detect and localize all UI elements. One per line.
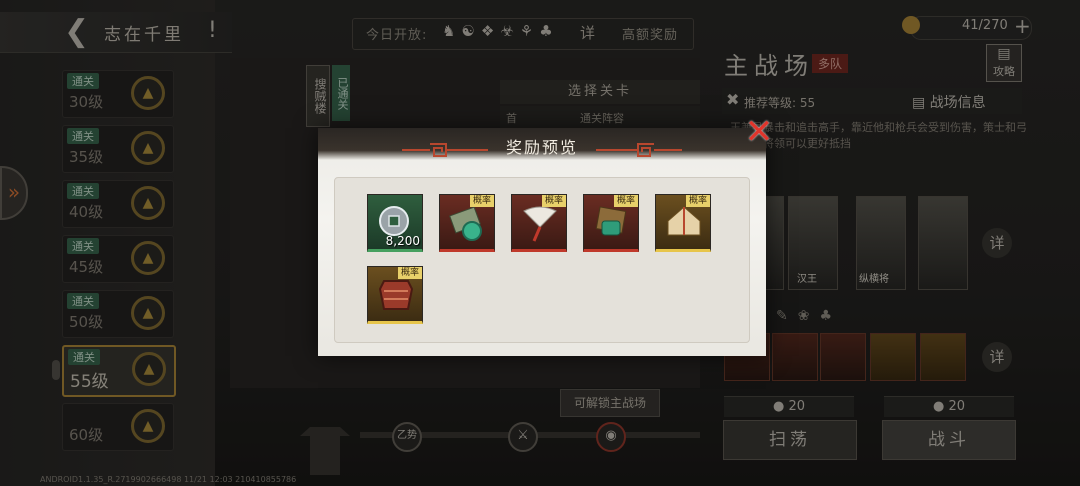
modal-title: 奖励预览 — [505, 138, 578, 157]
right-ornament-icon — [596, 143, 682, 157]
reward-item-coin[interactable]: 8,200 — [367, 194, 423, 252]
probability-tag: 概率 — [542, 195, 566, 207]
reward-item-tripod[interactable]: 概率 — [583, 194, 639, 252]
reward-item-armor[interactable]: 概率 — [367, 266, 423, 324]
left-ornament-icon — [402, 143, 488, 157]
probability-tag: 概率 — [686, 195, 710, 207]
reward-item-fan[interactable]: 概率 — [511, 194, 567, 252]
probability-tag: 概率 — [470, 195, 494, 207]
tripod-icon — [595, 206, 627, 236]
reward-item-tent[interactable]: 概率 — [655, 194, 711, 252]
armor-icon — [378, 280, 414, 310]
reward-item-scroll[interactable]: 概率 — [439, 194, 495, 252]
scroll-icon — [449, 206, 482, 241]
fan-icon — [523, 206, 557, 242]
reward-grid: 8,200 概率 概率 概率 概率 概率 — [334, 177, 750, 343]
probability-tag: 概率 — [398, 267, 422, 279]
close-icon[interactable]: ✕ — [744, 115, 774, 149]
item-quantity: 8,200 — [385, 234, 420, 248]
tent-icon — [667, 206, 701, 236]
probability-tag: 概率 — [614, 195, 638, 207]
